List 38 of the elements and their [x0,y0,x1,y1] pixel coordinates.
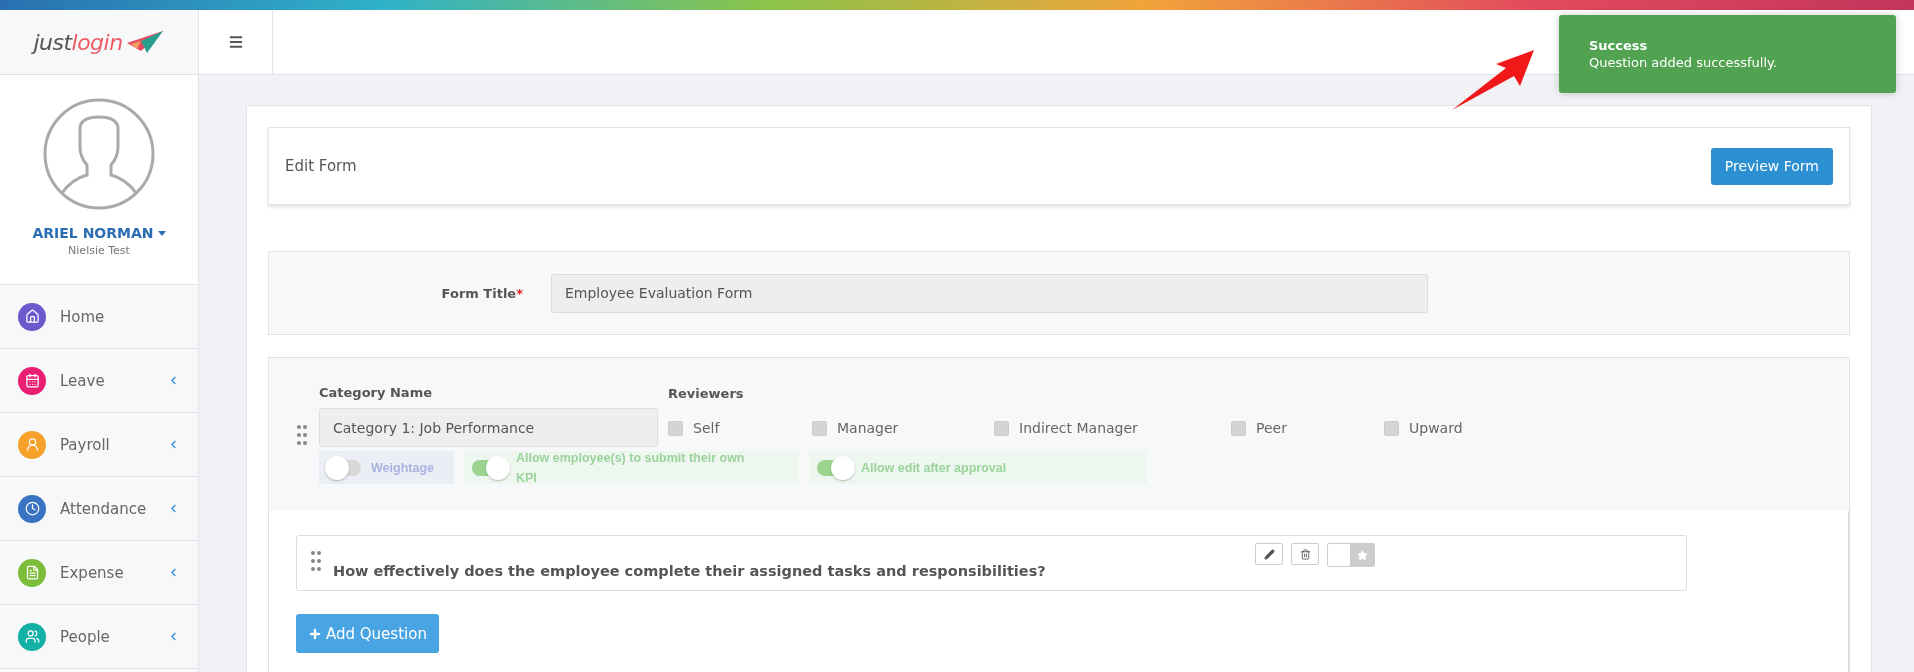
form-title-field[interactable]: Employee Evaluation Form [551,273,1428,313]
reviewer-checkbox[interactable]: Indirect Manager [994,420,1219,436]
menu-item[interactable]: Expense [0,541,198,605]
question-text: How effectively does the employee complete their assigned tasks and responsibilities? [333,563,1047,579]
edit-button[interactable] [1255,543,1283,565]
field-label: Reviewers [668,386,745,401]
toggle-label: Allow edit after approval [861,459,1007,477]
toast-title: Success [1589,38,1649,53]
category-name-field[interactable]: Category 1: Job Performance [319,408,658,447]
toggle-label: Weightage [371,459,434,477]
reviewer-checkbox[interactable]: Manager [812,420,982,436]
reviewer-checkbox[interactable]: Upward [1384,420,1474,436]
drag-handle-icon[interactable] [297,423,307,446]
pencil-icon [1263,548,1275,560]
toggle-label: Allow employee(s) to submit their own KPI [516,449,746,487]
menu-item[interactable]: Payroll [0,413,198,477]
toast-message: Question added successfully. [1589,55,1777,70]
plus-icon [308,626,322,641]
user-name[interactable]: ARIEL NORMAN [32,225,166,241]
page-title: Edit Form [285,157,357,175]
reviewer-checkbox[interactable]: Self [668,420,800,436]
menu-item[interactable]: Home [0,285,198,349]
field-label: Form Title* [440,285,524,301]
menu-item[interactable]: Attendance [0,477,198,541]
star-toggle[interactable] [1327,543,1375,567]
company-name: Nielsie Test [68,244,130,257]
avatar-icon [42,97,156,211]
delete-button[interactable] [1291,543,1319,565]
menu-item[interactable]: Leave [0,349,198,413]
menu-item[interactable]: People [0,605,198,669]
menu-icon [227,34,244,50]
caret-icon [157,230,166,236]
trash-icon [1299,548,1311,560]
reviewer-checkbox[interactable]: Peer [1231,420,1372,436]
drag-handle-icon[interactable] [311,550,321,572]
preview-form-button[interactable]: Preview Form [1710,147,1833,185]
field-label: Category Name [319,385,433,400]
logo[interactable]: justlogin [33,29,165,55]
